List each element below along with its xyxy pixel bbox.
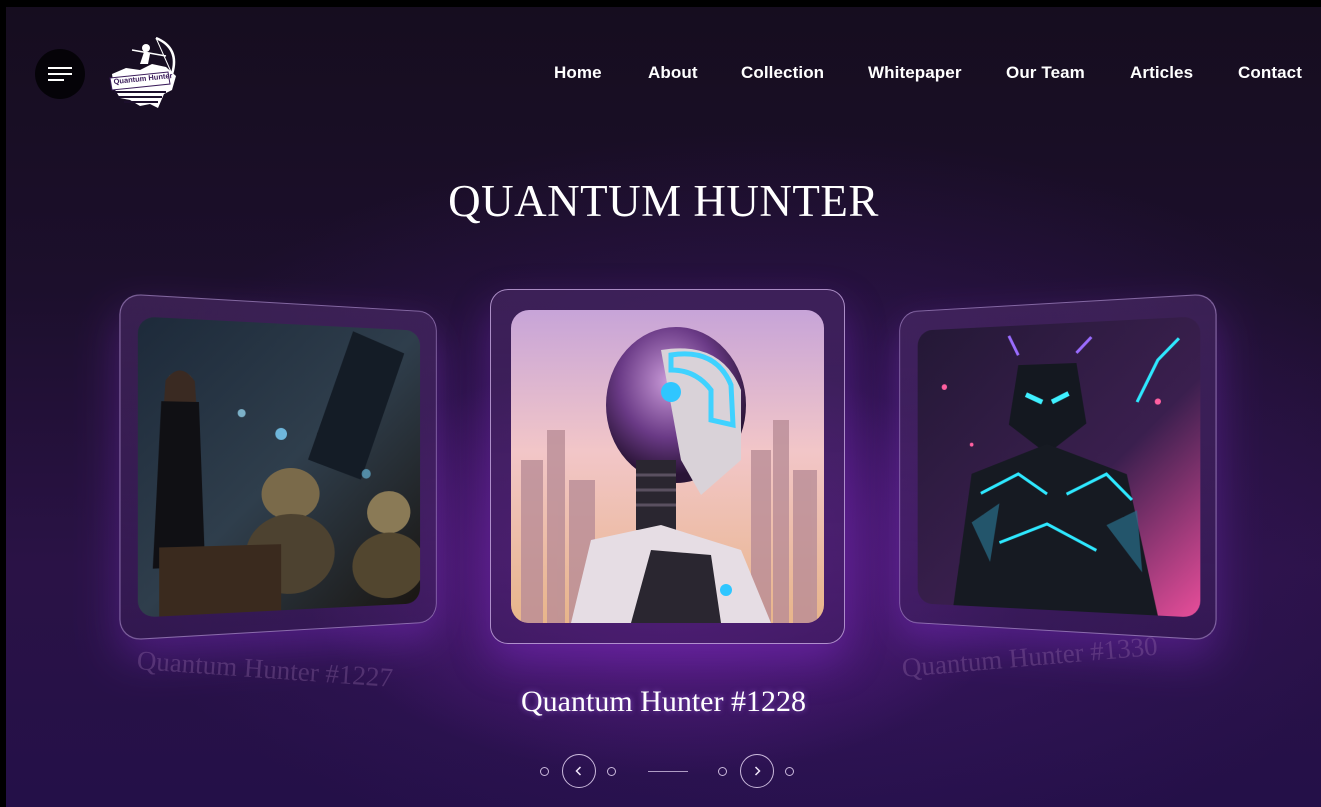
nav-whitepaper[interactable]: Whitepaper [868,63,962,83]
nav-about[interactable]: About [648,63,698,83]
next-button[interactable] [740,754,774,788]
carousel-card-active[interactable] [490,289,845,644]
page-title: QUANTUM HUNTER [448,176,879,226]
card-caption-next: Quantum Hunter #1330 [900,630,1159,683]
robot-helmet-image [511,310,824,623]
pagination-dot[interactable] [785,767,794,776]
neon-armored-warrior-image [917,316,1201,618]
main-nav: Home About Collection Whitepaper Our Tea… [6,63,1321,87]
pagination-dot[interactable] [718,767,727,776]
prev-button[interactable] [562,754,596,788]
carousel-card-prev[interactable] [119,293,437,641]
nav-contact[interactable]: Contact [1238,63,1302,83]
pagination-divider [648,771,688,772]
nav-our-team[interactable]: Our Team [1006,63,1085,83]
nav-articles[interactable]: Articles [1130,63,1193,83]
chevron-left-icon [575,766,582,776]
nav-collection[interactable]: Collection [741,63,824,83]
page-background: Quantum Hunter Home About Collection Whi… [6,7,1321,807]
card-caption-active: Quantum Hunter #1228 [521,685,806,718]
carousel-pagination [6,754,1321,790]
chevron-right-icon [754,766,761,776]
pagination-dot[interactable] [540,767,549,776]
hunter-with-goblins-image [137,316,421,618]
nav-home[interactable]: Home [554,63,602,83]
pagination-dot[interactable] [607,767,616,776]
carousel-card-next[interactable] [899,293,1217,641]
